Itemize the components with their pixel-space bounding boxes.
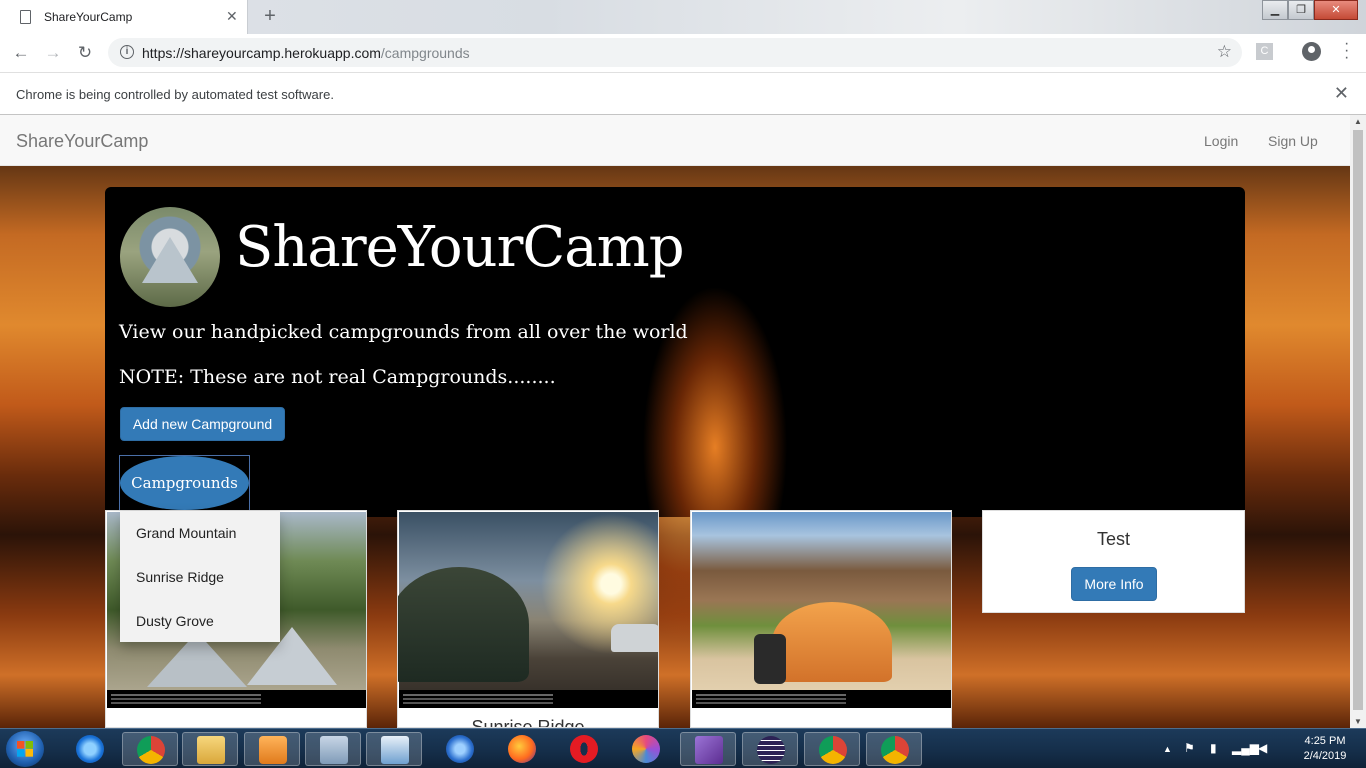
campground-card: Sunrise Ridge — [397, 510, 659, 728]
campground-photo[interactable] — [398, 512, 658, 708]
dropdown-item[interactable]: Dusty Grove — [136, 613, 214, 629]
page-viewport: ShareYourCamp Login Sign Up ShareYourCam… — [0, 115, 1350, 728]
chrome-icon — [881, 736, 909, 764]
taskbar-media[interactable] — [244, 732, 300, 766]
login-link[interactable]: Login — [1204, 133, 1238, 149]
opera-icon — [570, 735, 598, 763]
browser-tab-strip: ShareYourCamp ✕ + ▁ ❐ ✕ — [0, 0, 1366, 34]
signup-link[interactable]: Sign Up — [1268, 133, 1318, 149]
reload-icon[interactable]: ↻ — [74, 42, 96, 64]
infobar-message: Chrome is being controlled by automated … — [16, 87, 334, 102]
clock-date: 2/4/2019 — [1303, 750, 1347, 762]
thunderbird-icon — [446, 735, 474, 763]
address-bar[interactable]: i https://shareyourcamp.herokuapp.com/ca… — [108, 38, 1242, 67]
action-center-flag-icon[interactable]: ⚑ — [1184, 741, 1195, 755]
taskbar-explorer[interactable] — [182, 732, 238, 766]
card-title: Test — [1096, 529, 1130, 549]
page-subtitle: View our handpicked campgrounds from all… — [119, 321, 688, 343]
back-arrow-icon[interactable]: ← — [10, 42, 32, 64]
folder-icon — [197, 736, 225, 764]
campground-card: Test More Info — [982, 510, 1245, 613]
campgrounds-button-label: Campgrounds — [120, 456, 249, 510]
site-info-icon[interactable]: i — [120, 45, 134, 59]
taskbar-opera[interactable] — [556, 732, 612, 766]
taskbar-visual-studio[interactable] — [680, 732, 736, 766]
start-button-icon[interactable] — [6, 731, 44, 767]
network-signal-icon[interactable]: ▂▄▆ — [1232, 741, 1259, 755]
campground-card — [690, 510, 952, 728]
taskbar-thunderbird[interactable] — [432, 732, 488, 766]
clock-time: 4:25 PM — [1304, 735, 1346, 747]
navbar-brand[interactable]: ShareYourCamp — [16, 131, 148, 152]
new-tab-button[interactable]: + — [258, 4, 282, 28]
page-icon — [20, 10, 31, 24]
bookmark-star-icon[interactable]: ☆ — [1217, 42, 1232, 62]
swirl-app-icon — [632, 735, 660, 763]
dropdown-item[interactable]: Sunrise Ridge — [136, 569, 224, 585]
scrollbar-thumb[interactable] — [1353, 130, 1363, 710]
url-text[interactable]: https://shareyourcamp.herokuapp.com/camp… — [142, 45, 470, 61]
system-clock[interactable]: 4:25 PM 2/4/2019 — [1290, 734, 1360, 764]
taskbar-hp[interactable] — [366, 732, 422, 766]
browser-tab[interactable]: ShareYourCamp ✕ — [0, 0, 248, 34]
more-info-button[interactable]: More Info — [1071, 567, 1157, 601]
eclipse-icon — [757, 736, 785, 764]
page-note: NOTE: These are not real Campgrounds....… — [119, 366, 556, 388]
taskbar-ie[interactable] — [62, 732, 118, 766]
firefox-icon — [508, 735, 536, 763]
hp-icon — [381, 736, 409, 764]
windows-taskbar: ▲ ⚑ ▮ ▂▄▆ ◀ 4:25 PM 2/4/2019 — [0, 728, 1366, 768]
profile-icon[interactable] — [1302, 42, 1321, 61]
taskbar-chrome-window[interactable] — [804, 732, 860, 766]
visual-studio-icon — [695, 736, 723, 764]
close-infobar-icon[interactable]: ✕ — [1334, 83, 1349, 104]
taskbar-chrome[interactable] — [122, 732, 178, 766]
logo-avatar — [120, 207, 220, 307]
show-hidden-icons[interactable]: ▲ — [1163, 744, 1172, 754]
chrome-icon — [819, 736, 847, 764]
site-navbar: ShareYourCamp Login Sign Up — [0, 115, 1350, 166]
media-player-icon — [259, 736, 287, 764]
scroll-up-icon[interactable]: ▲ — [1354, 117, 1362, 126]
card-title: Sunrise Ridge — [471, 717, 585, 728]
url-host: https://shareyourcamp.herokuapp.com — [142, 45, 381, 61]
computer-icon — [320, 736, 348, 764]
campground-photo[interactable] — [692, 512, 951, 708]
close-tab-icon[interactable]: ✕ — [226, 8, 238, 25]
extension-icon[interactable]: C — [1256, 43, 1273, 60]
close-window-button[interactable]: ✕ — [1314, 0, 1358, 20]
dropdown-item[interactable]: Grand Mountain — [136, 525, 236, 541]
volume-icon[interactable]: ◀ — [1258, 741, 1267, 755]
taskbar-chrome-window[interactable] — [866, 732, 922, 766]
add-campground-button[interactable]: Add new Campground — [120, 407, 285, 441]
chrome-menu-icon[interactable]: · · · — [1344, 36, 1349, 66]
taskbar-firefox[interactable] — [494, 732, 550, 766]
campgrounds-dropdown-toggle[interactable]: Campgrounds — [119, 455, 250, 511]
url-path: /campgrounds — [380, 45, 470, 61]
campgrounds-dropdown-menu: Grand Mountain Sunrise Ridge Dusty Grove — [120, 511, 280, 642]
taskbar-remote[interactable] — [305, 732, 361, 766]
forward-arrow-icon[interactable]: → — [42, 42, 64, 64]
battery-icon[interactable]: ▮ — [1210, 741, 1217, 755]
chrome-icon — [137, 736, 165, 764]
tab-title: ShareYourCamp — [44, 10, 133, 24]
browser-toolbar: ← → ↻ i https://shareyourcamp.herokuapp.… — [0, 34, 1366, 72]
minimize-window-button[interactable]: ▁ — [1262, 0, 1288, 20]
taskbar-eclipse[interactable] — [742, 732, 798, 766]
jumbotron: ShareYourCamp View our handpicked campgr… — [105, 187, 1245, 517]
page-scrollbar[interactable]: ▲ ▼ — [1350, 115, 1366, 728]
page-title: ShareYourCamp — [235, 215, 685, 280]
scroll-down-icon[interactable]: ▼ — [1354, 717, 1362, 726]
restore-window-button[interactable]: ❐ — [1288, 0, 1314, 20]
internet-explorer-icon — [76, 735, 104, 763]
taskbar-app[interactable] — [618, 732, 674, 766]
automation-infobar: Chrome is being controlled by automated … — [0, 72, 1366, 115]
